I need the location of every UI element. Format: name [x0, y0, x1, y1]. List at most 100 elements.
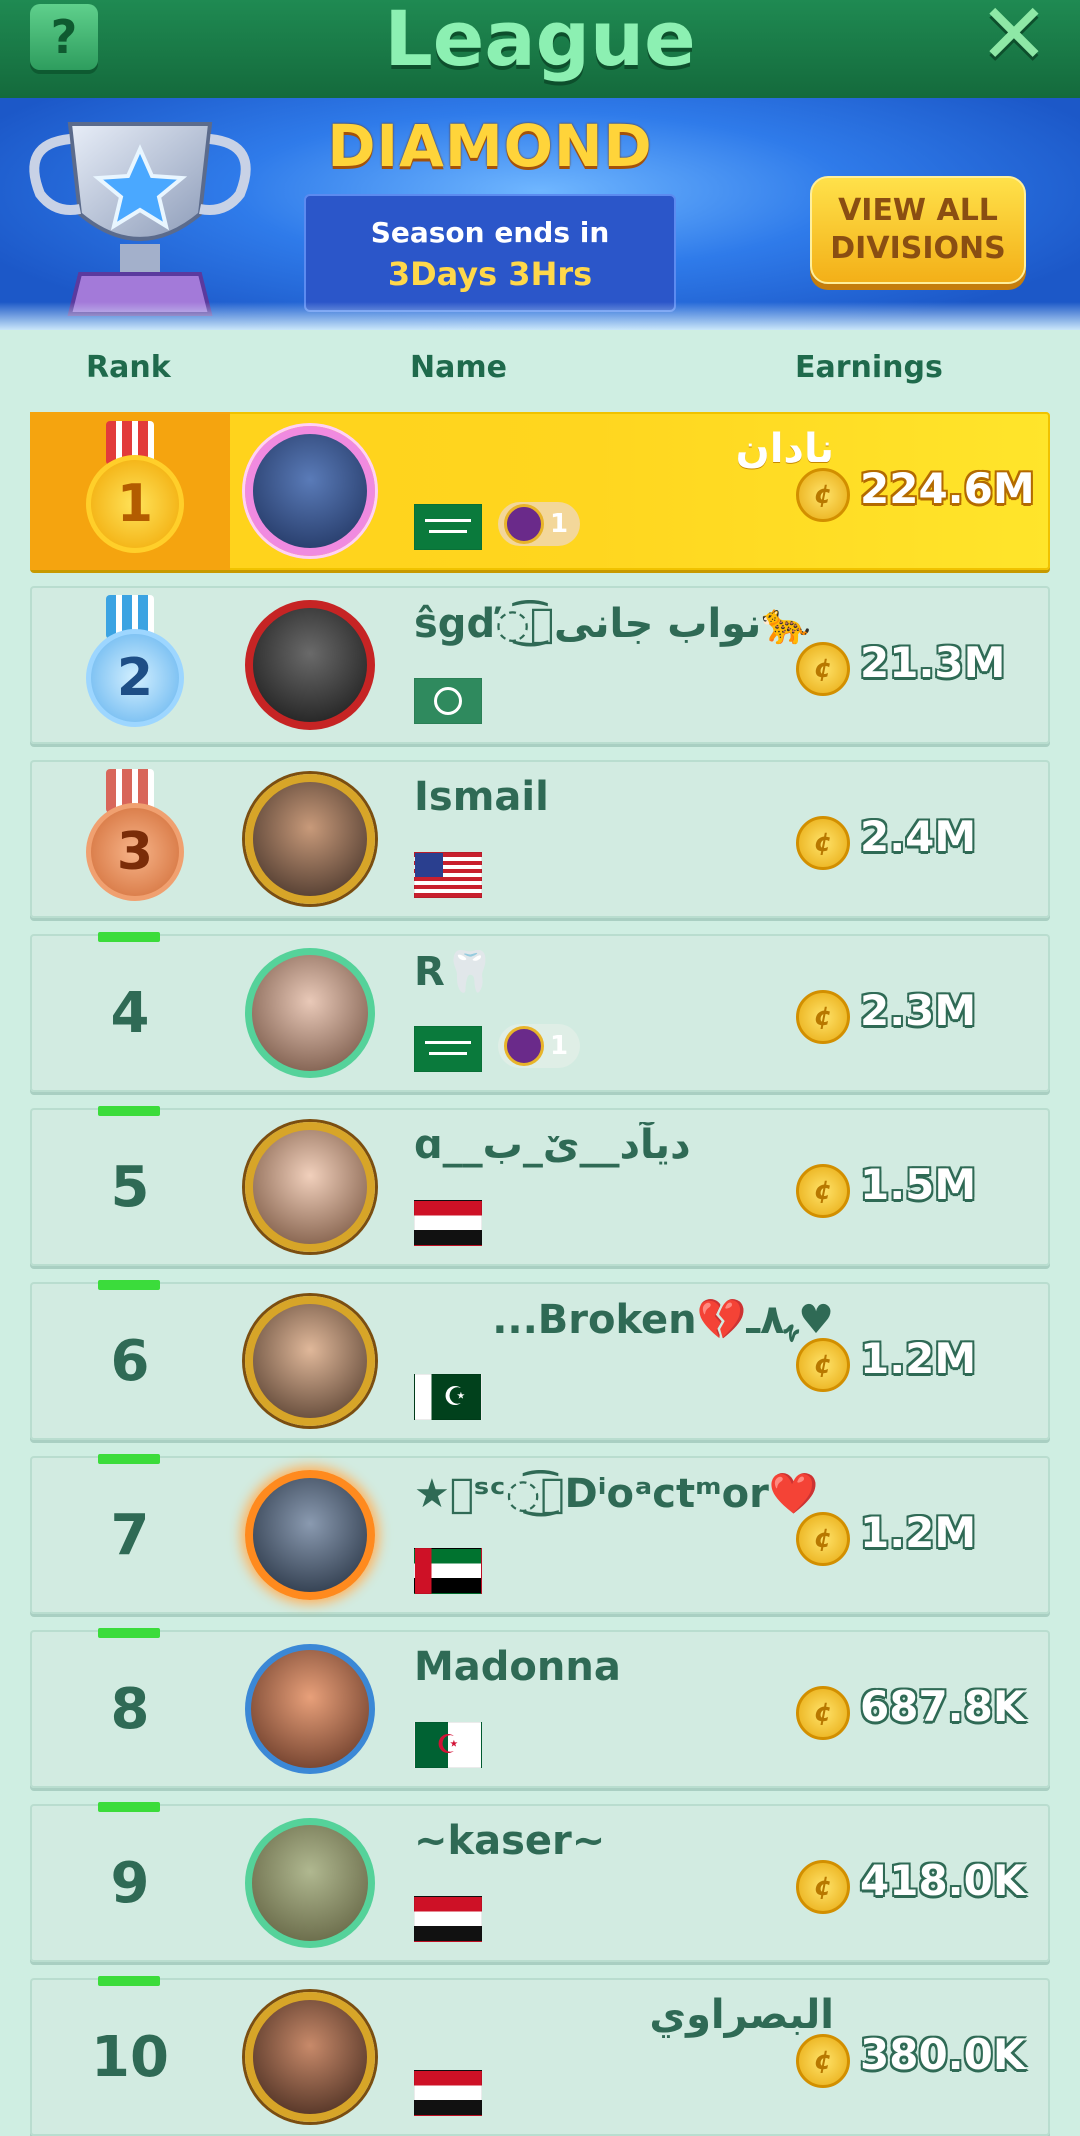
- rank-cell: 5: [30, 1108, 230, 1266]
- player-name: ~kaser~: [414, 1818, 606, 1864]
- player-name: Ismail: [414, 774, 549, 820]
- avatar[interactable]: [245, 426, 375, 556]
- bronze-medal-icon: 3: [80, 769, 184, 909]
- rank-number: 9: [110, 1850, 150, 1916]
- coin-icon: ¢: [796, 816, 850, 870]
- close-icon: ✕: [978, 0, 1050, 83]
- player-name: ŝgď◌ٖ͜͡نواب جانی🐆: [414, 601, 812, 647]
- silver-medal-icon: 2: [80, 595, 184, 735]
- view-all-line1: VIEW ALL: [838, 193, 998, 228]
- player-name: نادان: [735, 426, 834, 472]
- season-timer: Season ends in 3Days 3Hrs: [304, 194, 676, 312]
- coin-icon: ¢: [796, 990, 850, 1044]
- rank-number: 8: [110, 1676, 150, 1742]
- earnings-value: 418.0K: [860, 1856, 1026, 1905]
- saudi-arabia-flag-icon: [414, 504, 482, 550]
- united-states-flag-icon: [414, 852, 482, 898]
- coin-icon: ¢: [796, 468, 850, 522]
- rank-cell: 4: [30, 934, 230, 1092]
- coin-icon: ¢: [796, 1164, 850, 1218]
- rank-cell: 3: [30, 760, 230, 918]
- avatar[interactable]: [245, 948, 375, 1078]
- saudi-arabia-flag-icon: [414, 1026, 482, 1072]
- top-bar: ? League ✕: [0, 0, 1080, 98]
- avatar[interactable]: [245, 1470, 375, 1600]
- coin-icon: ¢: [796, 642, 850, 696]
- rank-cell: 7: [30, 1456, 230, 1614]
- rank-number: 10: [91, 2024, 169, 2090]
- player-name: ★⃝ˢᶜ◌ٖ͜͡Dⁱoᵃctᵐor❤️: [414, 1471, 819, 1517]
- leaderboard-row[interactable]: 10 البصراوي ¢ 380.0K: [30, 1976, 1050, 2136]
- rank-cell: 6: [30, 1282, 230, 1440]
- rank-number: 7: [110, 1502, 150, 1568]
- algeria-flag-icon: ☪: [414, 1722, 482, 1768]
- leaderboard-row[interactable]: 8 Madonna ☪ ¢ 687.8K: [30, 1628, 1050, 1788]
- avatar[interactable]: [245, 774, 375, 904]
- rank-cell: 9: [30, 1804, 230, 1962]
- badge-icon: [504, 504, 544, 544]
- leaderboard-row[interactable]: 5 ɑ__ديآد__ێ_ب ¢ 1.5M: [30, 1106, 1050, 1266]
- avatar[interactable]: [245, 1296, 375, 1426]
- player-name: R🦷: [414, 949, 495, 995]
- earnings-value: 1.2M: [860, 1508, 977, 1557]
- avatar[interactable]: [245, 1992, 375, 2122]
- leaderboard-row[interactable]: 9 ~kaser~ ¢ 418.0K: [30, 1802, 1050, 1962]
- avatar[interactable]: [245, 600, 375, 730]
- rank-cell: 1: [30, 412, 230, 570]
- trophy-icon: [29, 122, 251, 316]
- level-badge: 1: [498, 1024, 580, 1068]
- rank-number: 5: [110, 1154, 150, 1220]
- leaderboard-row[interactable]: 7 ★⃝ˢᶜ◌ٖ͜͡Dⁱoᵃctᵐor❤️ ¢ 1.2M: [30, 1454, 1050, 1614]
- season-countdown: 3Days 3Hrs: [387, 255, 593, 293]
- iraq-flag-icon: [414, 2070, 482, 2116]
- level-badge: 1: [498, 502, 580, 546]
- coin-icon: ¢: [796, 1686, 850, 1740]
- uae-flag-icon: [414, 1548, 482, 1594]
- iraq-flag-icon: [414, 1896, 482, 1942]
- pakistan-flag-icon: ☪: [414, 1374, 482, 1420]
- rank-number: 4: [110, 980, 150, 1046]
- avatar[interactable]: [245, 1818, 375, 1948]
- page-title: League: [384, 0, 696, 83]
- rank-cell: 10: [30, 1978, 230, 2136]
- earnings-value: 1.5M: [860, 1160, 977, 1209]
- earnings-value: 224.6M: [860, 464, 1035, 513]
- player-name: ♥ﮩ٨ـ💔Broken...: [492, 1297, 834, 1343]
- leaderboard-row[interactable]: 1 نادان 1 ¢ 224.6M: [30, 412, 1050, 570]
- leaderboard-row[interactable]: 3 Ismail ¢ 2.4M: [30, 760, 1050, 918]
- division-banner: DIAMOND Season ends in 3Days 3Hrs VIEW A…: [0, 98, 1080, 330]
- rank-number: 6: [110, 1328, 150, 1394]
- earnings-column-header: Earnings: [795, 350, 943, 385]
- player-name: البصراوي: [649, 1992, 834, 2038]
- globe-flag-icon: [414, 678, 482, 724]
- earnings-value: 1.2M: [860, 1334, 977, 1383]
- season-label: Season ends in: [370, 216, 610, 249]
- earnings-value: 380.0K: [860, 2030, 1026, 2079]
- iraq-flag-icon: [414, 1200, 482, 1246]
- coin-icon: ¢: [796, 2034, 850, 2088]
- earnings-value: 687.8K: [860, 1682, 1026, 1731]
- coin-icon: ¢: [796, 1512, 850, 1566]
- badge-icon: [504, 1026, 544, 1066]
- name-column-header: Name: [410, 350, 507, 385]
- division-title: DIAMOND: [327, 112, 653, 180]
- rank-column-header: Rank: [86, 350, 171, 385]
- gold-medal-icon: 1: [80, 421, 184, 561]
- rank-cell: 8: [30, 1630, 230, 1788]
- earnings-value: 2.3M: [860, 986, 977, 1035]
- leaderboard-row[interactable]: 6 ♥ﮩ٨ـ💔Broken... ☪ ¢ 1.2M: [30, 1280, 1050, 1440]
- view-all-divisions-button[interactable]: VIEW ALL DIVISIONS: [810, 176, 1026, 284]
- close-button[interactable]: ✕: [976, 0, 1052, 76]
- earnings-value: 2.4M: [860, 812, 977, 861]
- earnings-value: 21.3M: [860, 638, 1006, 687]
- rank-cell: 2: [30, 586, 230, 744]
- avatar[interactable]: [245, 1122, 375, 1252]
- player-name: ɑ__ديآد__ێ_ب: [414, 1122, 691, 1168]
- player-name: Madonna: [414, 1644, 621, 1690]
- leaderboard-row[interactable]: 2 ŝgď◌ٖ͜͡نواب جانی🐆 ¢ 21.3M: [30, 586, 1050, 744]
- coin-icon: ¢: [796, 1338, 850, 1392]
- avatar[interactable]: [245, 1644, 375, 1774]
- view-all-line2: DIVISIONS: [830, 231, 1006, 266]
- coin-icon: ¢: [796, 1860, 850, 1914]
- leaderboard-row[interactable]: 4 R🦷 1 ¢ 2.3M: [30, 932, 1050, 1092]
